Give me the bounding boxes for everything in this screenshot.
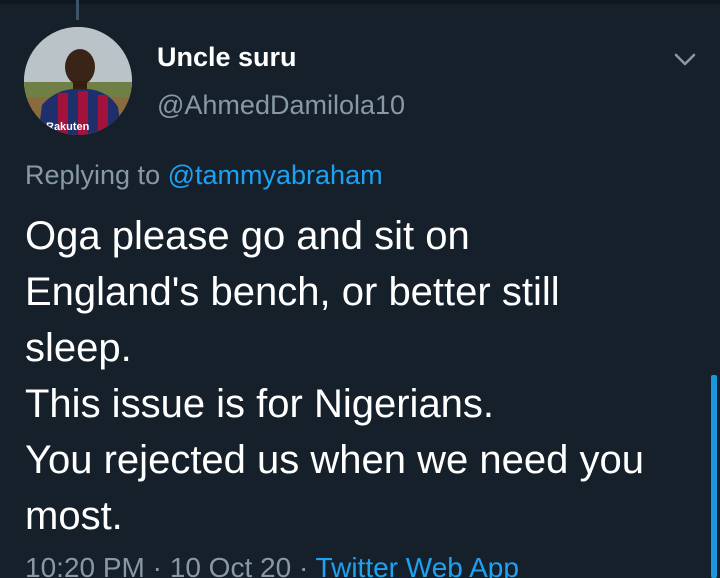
avatar-image: Rakuten: [24, 27, 132, 135]
tweet-screen: Rakuten Uncle suru @AhmedDamilola10 Repl…: [0, 0, 720, 578]
avatar-jersey-text: Rakuten: [46, 121, 90, 133]
tweet-text-line: You rejected us when we need you: [25, 438, 644, 482]
chevron-down-icon[interactable]: [672, 46, 698, 72]
tweet-text-line: England's bench, or better still: [25, 270, 560, 314]
user-handle[interactable]: @AhmedDamilola10: [157, 90, 405, 121]
tweet-source-link[interactable]: Twitter Web App: [316, 552, 519, 578]
tweet-date[interactable]: 10 Oct 20: [170, 552, 291, 578]
scrollbar[interactable]: [711, 375, 717, 578]
avatar[interactable]: Rakuten: [24, 27, 132, 135]
tweet-metadata: 10:20 PM · 10 Oct 20 · Twitter Web App: [25, 552, 519, 578]
tweet-text-line: sleep.: [25, 326, 132, 370]
thread-connector-line: [76, 0, 79, 20]
replying-to-mention-link[interactable]: @tammyabraham: [168, 160, 383, 190]
display-name[interactable]: Uncle suru: [157, 42, 297, 73]
meta-separator: ·: [152, 552, 162, 578]
top-divider: [0, 0, 720, 4]
tweet-text-line: Oga please go and sit on: [25, 214, 470, 258]
replying-to-label: Replying to: [25, 160, 161, 190]
replying-to: Replying to @tammyabraham: [25, 160, 383, 191]
tweet-text-line: This issue is for Nigerians.: [25, 382, 495, 426]
tweet-text-line: most.: [25, 494, 123, 538]
tweet-text: Oga please go and sit on England's bench…: [25, 208, 705, 544]
meta-separator: ·: [298, 552, 309, 578]
tweet-time[interactable]: 10:20 PM: [25, 552, 145, 578]
